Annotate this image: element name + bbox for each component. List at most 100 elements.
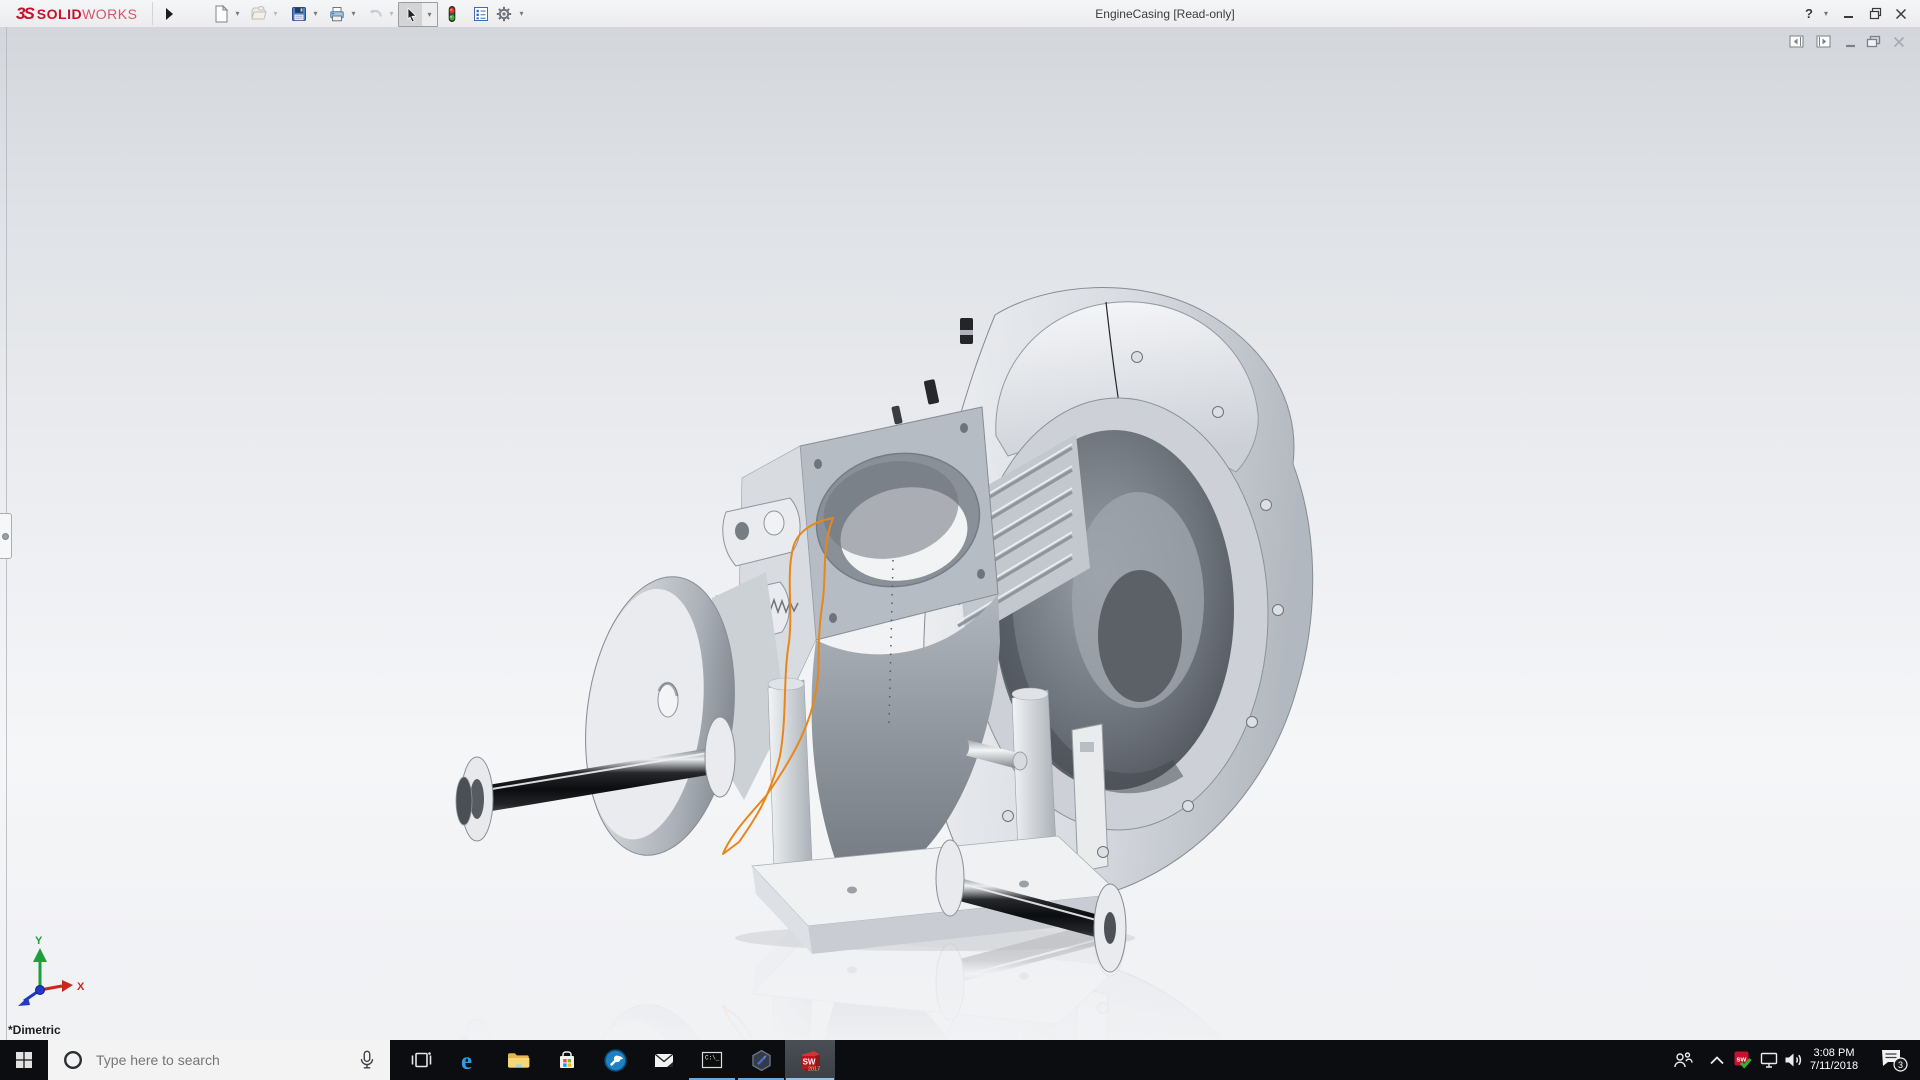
options-button[interactable] (493, 2, 515, 25)
svg-text:e: e (461, 1048, 472, 1073)
undo-arrow-icon (366, 5, 384, 23)
logo-text-bold: SOLID (37, 6, 82, 22)
doc-minimize-icon (1844, 35, 1858, 49)
taskbar-hexagon-app[interactable] (737, 1040, 785, 1080)
windows-logo-icon (15, 1051, 33, 1069)
taskbar-command-prompt[interactable]: C:\_ (688, 1040, 736, 1080)
doc-close-icon (1892, 35, 1906, 49)
wrench-circle-icon (603, 1048, 628, 1073)
taskbar-edge[interactable]: e (446, 1040, 494, 1080)
doc-close-button[interactable] (1888, 33, 1910, 51)
traffic-light-icon (443, 5, 461, 23)
svg-text:C:\_: C:\_ (705, 1055, 720, 1062)
splitter-dot-icon (2, 533, 9, 540)
pane-right-icon (1816, 35, 1832, 49)
hexagon-needle-icon (749, 1048, 774, 1073)
taskbar-store[interactable] (543, 1040, 591, 1080)
triad-y-label: Y (35, 935, 43, 947)
action-center-button[interactable]: 3 (1872, 1040, 1914, 1080)
print-button[interactable] (326, 2, 348, 25)
svg-text:2017: 2017 (808, 1066, 820, 1072)
undo-dropdown[interactable]: ▾ (386, 2, 397, 25)
open-button[interactable] (248, 2, 270, 25)
print-dropdown[interactable]: ▾ (348, 2, 359, 25)
new-document-button[interactable] (210, 2, 232, 25)
select-tool-group: ▾ (398, 2, 438, 27)
new-dropdown[interactable]: ▾ (232, 2, 243, 25)
open-folder-icon (250, 5, 268, 23)
restore-button[interactable] (1864, 0, 1886, 27)
show-right-pane-button[interactable] (1813, 33, 1835, 51)
action-center-icon: 3 (1878, 1047, 1908, 1073)
taskbar-search[interactable] (48, 1040, 390, 1080)
help-dropdown[interactable]: ▾ (1820, 0, 1832, 27)
logo-divider (152, 2, 153, 25)
cortana-circle-icon (62, 1049, 84, 1071)
solidworks-logo: 3S SOLIDWORKS (16, 0, 137, 27)
task-view-icon (409, 1048, 433, 1072)
gear-icon (495, 5, 513, 23)
terminal-icon: C:\_ (700, 1048, 724, 1072)
tray-clock[interactable]: 3:08 PM 7/11/2018 (1802, 1040, 1866, 1080)
taskbar-solidworks[interactable]: SW 2017 (785, 1040, 835, 1080)
file-properties-button[interactable] (470, 2, 492, 25)
taskbar-mail[interactable] (640, 1040, 688, 1080)
tray-solidworks-button[interactable]: sw (1731, 1040, 1755, 1080)
taskbar-tools-app[interactable] (591, 1040, 639, 1080)
windows-taskbar: e (0, 1040, 1920, 1080)
mail-envelope-icon (652, 1048, 676, 1072)
search-input[interactable] (94, 1051, 356, 1069)
save-button[interactable] (288, 2, 310, 25)
taskbar-file-explorer[interactable] (494, 1040, 542, 1080)
engine-casing-model[interactable] (456, 288, 1313, 972)
edge-icon: e (457, 1047, 483, 1073)
select-dropdown[interactable]: ▾ (422, 3, 437, 26)
window-title: EngineCasing [Read-only] (1020, 0, 1310, 27)
undo-button[interactable] (364, 2, 386, 25)
store-bag-icon (555, 1048, 579, 1072)
flyout-arrow-icon (164, 7, 174, 21)
options-dropdown[interactable]: ▾ (516, 2, 527, 25)
svg-text:SW: SW (802, 1057, 815, 1066)
logo-text-light: WORKS (82, 6, 137, 22)
chevron-up-icon (1709, 1054, 1725, 1066)
menu-flyout-button[interactable] (158, 2, 180, 25)
properties-list-icon (472, 5, 490, 23)
solidworks-cube-icon: SW 2017 (797, 1047, 824, 1074)
minimize-button[interactable] (1838, 0, 1860, 27)
svg-text:sw: sw (1736, 1055, 1746, 1064)
new-document-icon (212, 5, 230, 23)
sw-check-icon: sw (1733, 1050, 1753, 1070)
tray-people-button[interactable] (1668, 1040, 1698, 1080)
close-icon (1895, 8, 1907, 20)
minimize-icon (1843, 8, 1855, 20)
notification-badge: 3 (1898, 1060, 1903, 1070)
help-button[interactable]: ? (1800, 0, 1818, 27)
clock-date: 7/11/2018 (1810, 1060, 1858, 1073)
doc-minimize-button[interactable] (1840, 33, 1862, 51)
start-button[interactable] (0, 1040, 48, 1080)
taskbar-task-view[interactable] (397, 1040, 445, 1080)
reflection-fade (0, 955, 1920, 1040)
graphics-area[interactable]: Y X (0, 27, 1920, 1040)
pane-left-icon (1789, 35, 1805, 49)
show-left-pane-button[interactable] (1786, 33, 1808, 51)
doc-restore-icon (1866, 35, 1881, 49)
dassault-logo-icon: 3S (16, 4, 33, 24)
save-floppy-icon (290, 5, 308, 23)
feature-manager-splitter-handle[interactable] (0, 513, 12, 559)
clock-time: 3:08 PM (1814, 1047, 1855, 1060)
open-dropdown[interactable]: ▾ (270, 2, 281, 25)
printer-icon (328, 5, 346, 23)
view-orientation-label: *Dimetric (8, 1023, 61, 1037)
tray-overflow-button[interactable] (1704, 1040, 1730, 1080)
doc-restore-button[interactable] (1862, 33, 1884, 51)
network-display-icon (1759, 1050, 1781, 1070)
save-dropdown[interactable]: ▾ (310, 2, 321, 25)
select-cursor-icon (402, 6, 420, 24)
close-button[interactable] (1890, 0, 1912, 27)
title-bar: 3S SOLIDWORKS ▾ ▾ (0, 0, 1920, 28)
rebuild-control-button[interactable] (441, 2, 463, 25)
select-tool-button[interactable] (399, 3, 422, 26)
microphone-icon[interactable] (356, 1049, 378, 1071)
